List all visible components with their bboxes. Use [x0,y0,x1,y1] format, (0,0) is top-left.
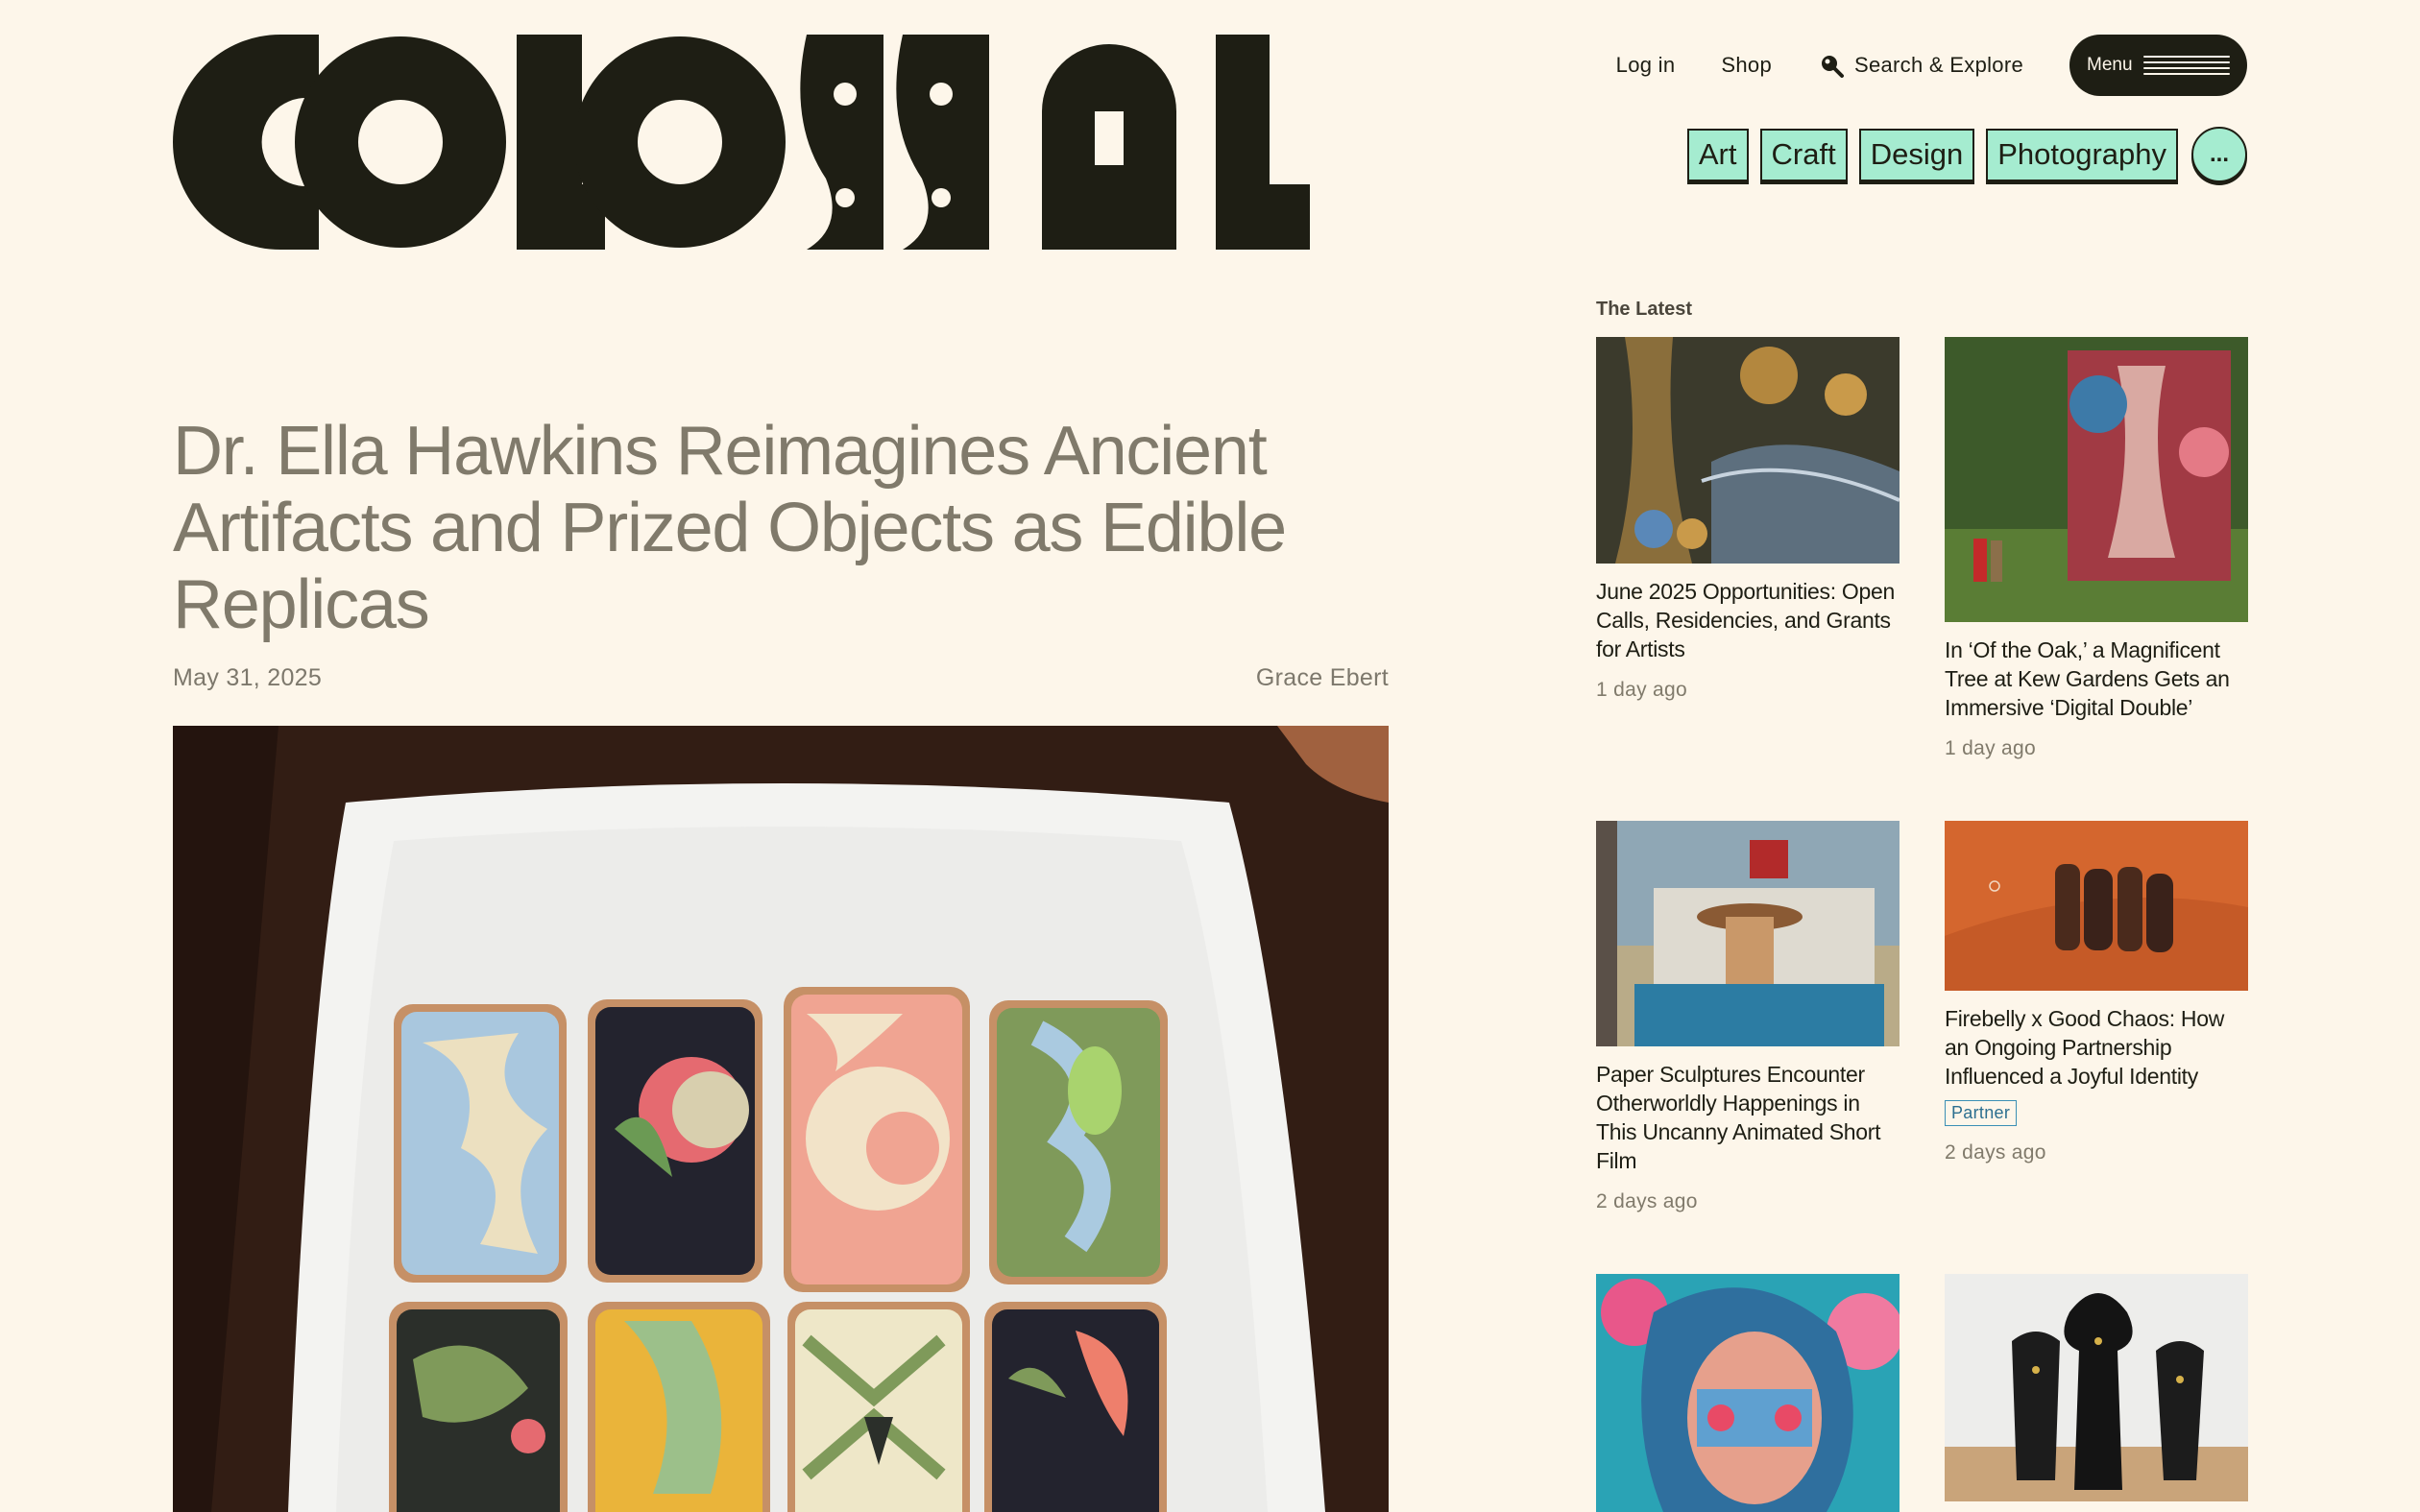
search-explore-label: Search & Explore [1854,53,2023,77]
card-title[interactable]: Paper Sculptures Encounter Otherworldly … [1596,1060,1900,1175]
latest-card[interactable] [1596,1274,1900,1512]
card-title[interactable]: In ‘Of the Oak,’ a Magnificent Tree at K… [1945,636,2248,722]
menu-label: Menu [2087,55,2133,75]
latest-card[interactable]: Paper Sculptures Encounter Otherworldly … [1596,821,1900,1213]
login-link[interactable]: Log in [1616,53,1676,78]
article-date: May 31, 2025 [173,664,323,691]
more-categories-button[interactable]: ... [2191,127,2247,182]
latest-card[interactable]: June 2025 Opportunities: Open Calls, Res… [1596,337,1900,702]
category-art[interactable]: Art [1686,128,1749,181]
category-chips: Art Craft Design Photography ... [1686,127,2247,182]
shop-link[interactable]: Shop [1721,53,1772,78]
search-explore-link[interactable]: Search & Explore [1818,52,2023,79]
article-hero-image [173,726,1389,1512]
card-time: 1 day ago [1945,737,2036,759]
latest-section-label: The Latest [1596,299,1693,320]
top-navigation: Log in Shop Search & Explore Menu [1616,35,2247,96]
category-design[interactable]: Design [1858,128,1975,181]
menu-button[interactable]: Menu [2069,35,2247,96]
latest-card[interactable]: Firebelly x Good Chaos: How an Ongoing P… [1945,821,2248,1164]
latest-card[interactable]: In ‘Of the Oak,’ a Magnificent Tree at K… [1945,337,2248,760]
latest-card[interactable] [1945,1274,2248,1501]
card-thumbnail[interactable] [1945,821,2248,991]
article-author[interactable]: Grace Ebert [1256,664,1389,692]
category-photography[interactable]: Photography [1986,128,2178,181]
card-thumbnail[interactable] [1945,1274,2248,1501]
card-thumbnail[interactable] [1596,1274,1900,1512]
more-icon: ... [2209,141,2229,167]
article-title: Dr. Ella Hawkins Reimagines Ancient Arti… [173,413,1287,643]
card-thumbnail[interactable] [1945,337,2248,622]
partner-badge: Partner [1945,1100,2018,1126]
category-craft[interactable]: Craft [1759,128,1848,181]
hamburger-icon [2143,56,2230,75]
card-time: 1 day ago [1596,679,1687,701]
card-time: 2 days ago [1945,1141,2046,1164]
article-header: Dr. Ella Hawkins Reimagines Ancient Arti… [173,413,1389,692]
card-title[interactable]: Firebelly x Good Chaos: How an Ongoing P… [1945,1004,2248,1091]
colossal-logo[interactable] [173,35,1310,250]
card-thumbnail[interactable] [1596,337,1900,564]
card-time: 2 days ago [1596,1190,1698,1212]
card-thumbnail[interactable] [1596,821,1900,1046]
search-icon [1822,56,1844,78]
page: { "brand": {"logo_text": "COLOSSAL"}, "n… [0,0,2420,1512]
article-meta: May 31, 2025 Grace Ebert [173,664,1389,692]
card-title[interactable]: June 2025 Opportunities: Open Calls, Res… [1596,577,1900,663]
